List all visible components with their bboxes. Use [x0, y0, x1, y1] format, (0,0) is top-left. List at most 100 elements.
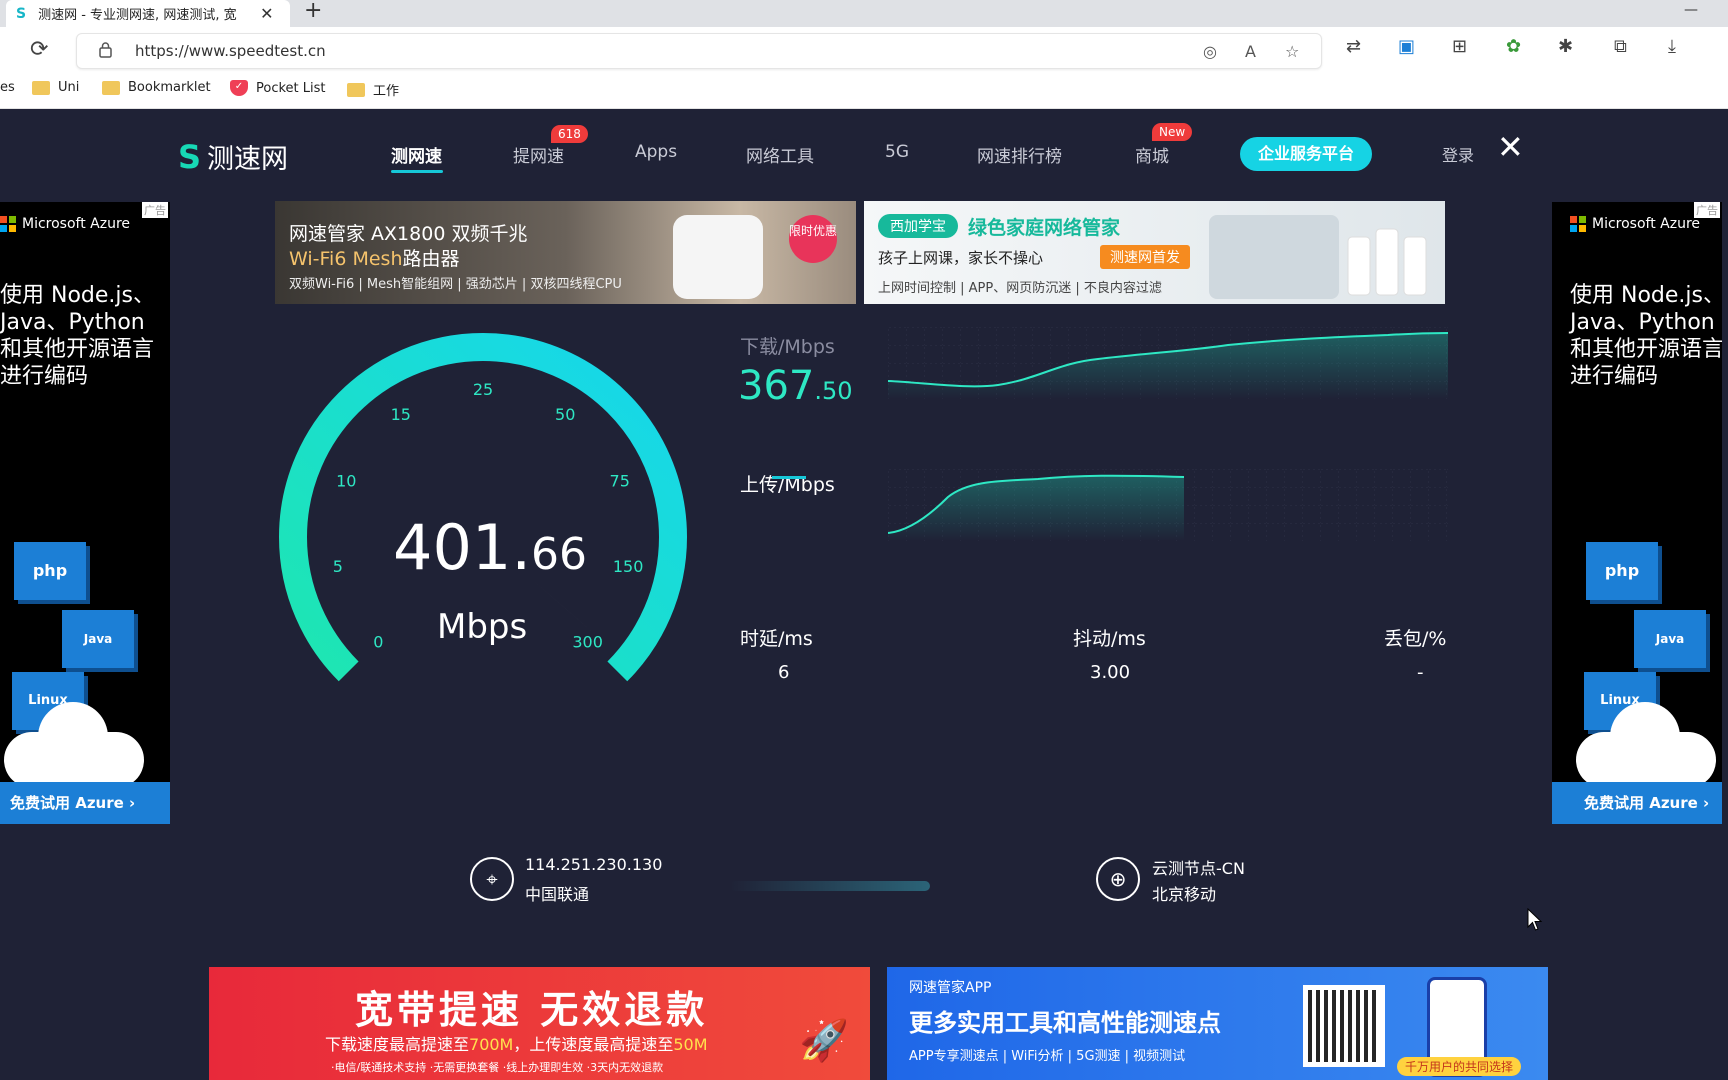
banner-subtitle: 下载速度最高提速至700M，上传速度最高提速至50M	[325, 1031, 708, 1055]
speedtest-page: S 测速网 测网速 提网速 618 Apps 网络工具 5G 网速排行榜 商城 …	[0, 109, 1728, 1080]
download-value: 367.50	[738, 364, 853, 413]
new-tab-button[interactable]: +	[304, 0, 322, 22]
jitter-label: 抖动/ms	[1073, 628, 1146, 650]
php-logo-icon: php	[14, 542, 86, 600]
limited-offer-badge: 限时优惠	[789, 215, 837, 263]
left-side-ad[interactable]: 广告 Microsoft Azure 使用 Node.js、 Java、Pyth…	[0, 202, 170, 824]
first-launch-badge: 测速网首发	[1100, 245, 1190, 269]
logo-s-icon: S	[178, 137, 202, 176]
sub-v1: 700M	[469, 1035, 514, 1054]
brand-text: Microsoft Azure	[1592, 216, 1701, 232]
banner-subtitle: APP专享测速点 | WiFi分析 | 5G测速 | 视频测试	[909, 1049, 1186, 1064]
gauge-tick-label: 50	[555, 405, 575, 424]
java-logo-icon: Java	[1634, 610, 1706, 668]
router-image	[673, 215, 763, 299]
right-side-ad[interactable]: 广告 Microsoft Azure 使用 Node.js、 Java、Pyth…	[1552, 202, 1722, 824]
upload-graph	[888, 469, 1448, 541]
close-icon[interactable]: ✕	[1497, 131, 1524, 163]
bookmark-bookmarklet[interactable]: Bookmarklet	[102, 80, 211, 95]
router-banner[interactable]: 网速管家 AX1800 双频千兆 Wi-Fi6 Mesh路由器 双频Wi-Fi6…	[275, 201, 856, 304]
folder-icon	[347, 82, 365, 97]
nav-apps[interactable]: Apps	[635, 142, 677, 162]
tab-strip: S 测速网 - 专业测网速, 网速测试, 宽 ✕ + —	[0, 0, 1728, 27]
login-link[interactable]: 登录	[1442, 142, 1474, 166]
gauge-tick-label: 15	[391, 405, 411, 424]
banner-title: 绿色家庭网络管家	[968, 217, 1121, 239]
browser-tab[interactable]: S 测速网 - 专业测网速, 网速测试, 宽 ✕	[6, 0, 290, 27]
sub-pre: 下载速度最高提速至	[325, 1035, 470, 1054]
download-int: 367	[738, 363, 815, 409]
read-aloud-icon[interactable]: A	[1245, 42, 1256, 61]
nav-boost[interactable]: 提网速	[513, 142, 564, 167]
qr-code-icon[interactable]: ⊞	[1452, 36, 1467, 57]
java-logo-icon: Java	[62, 610, 134, 668]
bookmark-label: Uni	[58, 80, 80, 95]
banner-line1: 网速管家 AX1800 双频千兆	[289, 223, 528, 245]
bookmark-es[interactable]: es	[0, 80, 15, 95]
translate-icon[interactable]: ⇄	[1346, 36, 1361, 57]
nav-5g[interactable]: 5G	[885, 142, 909, 162]
logo-text: 测速网	[207, 144, 289, 175]
globe-icon[interactable]: ⊕	[1096, 857, 1140, 901]
bookmark-label: Pocket List	[256, 80, 326, 96]
upload-label: 上传/Mbps	[740, 474, 835, 496]
speed-int: 401.	[393, 511, 532, 584]
server-name[interactable]: 云测节点-CN	[1152, 855, 1245, 879]
speedtest-favicon-icon: S	[16, 5, 27, 22]
gauge-tick-label: 5	[333, 557, 343, 576]
lock-icon	[99, 42, 112, 58]
azure-cta-button[interactable]: 免费试用 Azure ›	[0, 782, 170, 824]
nav-network-tools[interactable]: 网络工具	[746, 142, 814, 167]
php-logo-icon: php	[1586, 542, 1658, 600]
qr-code-image	[1303, 985, 1385, 1067]
bookmarks-bar: es Uni Bookmarklet ✓ Pocket List 工作	[0, 75, 1728, 109]
extension-s-icon[interactable]: ▣	[1398, 36, 1415, 57]
pocket-icon: ✓	[230, 80, 248, 96]
reload-icon[interactable]: ⟳	[30, 37, 48, 62]
broadband-boost-banner[interactable]: 宽带提速 无效退款 下载速度最高提速至700M，上传速度最高提速至50M ·电信…	[209, 967, 870, 1080]
enterprise-platform-button[interactable]: 企业服务平台	[1240, 137, 1372, 171]
bookmark-pocket-list[interactable]: ✓ Pocket List	[230, 80, 326, 96]
address-bar[interactable]: https://www.speedtest.cn ◎ A ☆	[76, 33, 1322, 69]
upload-value-placeholder	[772, 476, 806, 479]
ad-tag: 广告	[142, 202, 168, 218]
server-isp: 北京移动	[1152, 885, 1217, 904]
download-decimal: .50	[814, 377, 853, 405]
azure-cta-button[interactable]: 免费试用 Azure ›	[1552, 782, 1722, 824]
packet-loss-value: -	[1417, 662, 1424, 683]
speed-unit: Mbps	[437, 607, 528, 647]
bookmark-work[interactable]: 工作	[347, 80, 399, 99]
family-network-banner[interactable]: 西加学宝 绿色家庭网络管家 孩子上网课，家长不操心 测速网首发 上网时间控制 |…	[864, 201, 1445, 304]
azure-brand: Microsoft Azure	[0, 216, 130, 232]
banner-highlight: Wi-Fi6 Mesh	[289, 248, 403, 270]
kids-image	[1209, 215, 1339, 299]
latency-label: 时延/ms	[740, 628, 813, 650]
microsoft-logo-icon	[1570, 216, 1586, 232]
tab-close-icon[interactable]: ✕	[260, 4, 273, 23]
gauge-tick-label: 25	[473, 380, 493, 399]
download-label: 下载/Mbps	[740, 336, 835, 358]
site-logo[interactable]: S 测速网	[178, 137, 288, 176]
nav-store[interactable]: 商城	[1135, 142, 1169, 167]
nav-ranking[interactable]: 网速排行榜	[977, 142, 1062, 167]
client-ip: 114.251.230.130	[525, 855, 663, 874]
banner-title: 宽带提速 无效退款	[355, 988, 709, 1032]
location-pin-icon: ⌖	[470, 857, 514, 901]
add-favorite-icon[interactable]: ☆	[1285, 42, 1299, 61]
extension-leaf-icon[interactable]: ✿	[1506, 36, 1521, 57]
app-promo-banner[interactable]: 网速管家APP 更多实用工具和高性能测速点 APP专享测速点 | WiFi分析 …	[887, 967, 1548, 1080]
bookmark-label: es	[0, 80, 15, 95]
extensions-icon[interactable]: ✱	[1558, 36, 1573, 57]
banner-features: 双频Wi-Fi6 | Mesh智能组网 | 强劲芯片 | 双核四线程CPU	[289, 277, 622, 292]
collections-icon[interactable]: ⧉	[1614, 36, 1627, 57]
location-icon[interactable]: ◎	[1203, 42, 1217, 61]
bookmark-uni[interactable]: Uni	[32, 80, 79, 95]
nav-speed-test[interactable]: 测网速	[391, 142, 442, 167]
url-text[interactable]: https://www.speedtest.cn	[135, 42, 326, 60]
sub-v2: 50M	[673, 1035, 708, 1054]
brand-tag: 西加学宝	[878, 214, 958, 238]
minimize-icon[interactable]: —	[1684, 2, 1698, 18]
gauge-tick-label: 300	[572, 633, 603, 652]
downloads-icon[interactable]: ⤓	[1668, 36, 1676, 57]
packet-loss-label: 丢包/%	[1384, 628, 1447, 650]
